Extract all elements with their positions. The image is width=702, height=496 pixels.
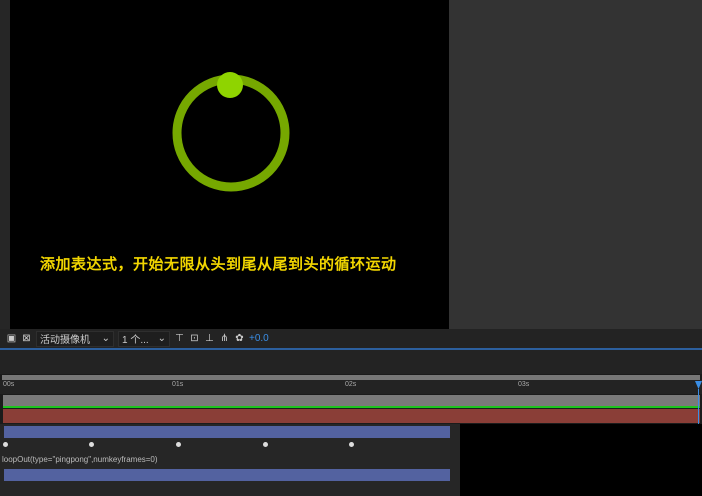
region-icon[interactable]: ▣ [6,333,17,344]
tick-label: 00s [3,381,15,388]
view-layout-select[interactable]: 1 个... ⌄ [118,330,170,347]
timeline-icon[interactable]: ⊥ [204,333,215,344]
pixel-aspect-icon[interactable]: ⊤ [174,333,185,344]
chevron-down-icon: ⌄ [101,333,110,344]
camera-select-label: 活动摄像机 [40,335,90,346]
transparency-grid-icon[interactable]: ⊠ [21,333,32,344]
layer-bar-blue[interactable] [4,426,450,438]
time-ruler[interactable]: 00s 01s 02s 03s [0,380,702,394]
keyframe[interactable] [3,442,8,447]
right-panel [449,0,702,329]
tick-label: 03s [518,381,530,388]
layer-duration-line [3,406,700,408]
viewer-toolbar: ▣ ⊠ 活动摄像机 ⌄ 1 个... ⌄ ⊤ ⊡ ⊥ ⋔ ✿ +0.0 [0,329,702,348]
layer-bar-gray[interactable] [3,395,700,406]
chevron-down-icon: ⌄ [157,333,166,344]
layer-bar-red[interactable] [3,409,700,423]
keyframe[interactable] [349,442,354,447]
exposure-icon[interactable]: ✿ [234,333,245,344]
camera-select[interactable]: 活动摄像机 ⌄ [36,330,114,347]
playhead-line [698,389,699,424]
animation-preview [172,72,290,192]
keyframe[interactable] [263,442,268,447]
timeline-header [0,350,702,374]
fast-preview-icon[interactable]: ⊡ [189,333,200,344]
layer-bar-blue[interactable] [4,469,450,481]
flowchart-icon[interactable]: ⋔ [219,333,230,344]
tick-label: 01s [172,381,184,388]
view-select-label: 1 个... [122,335,149,346]
left-panel-edge [0,0,10,329]
caption-text: 添加表达式，开始无限从头到尾从尾到头的循环运动 [40,256,397,273]
orbit-dot [217,72,243,98]
empty-area [460,424,702,496]
keyframe[interactable] [89,442,94,447]
keyframe[interactable] [176,442,181,447]
tick-label: 02s [345,381,357,388]
exposure-value[interactable]: +0.0 [249,333,269,344]
composition-viewer[interactable] [10,0,449,329]
expression-text[interactable]: loopOut(type="pingpong",numkeyframes=0) [2,455,158,464]
